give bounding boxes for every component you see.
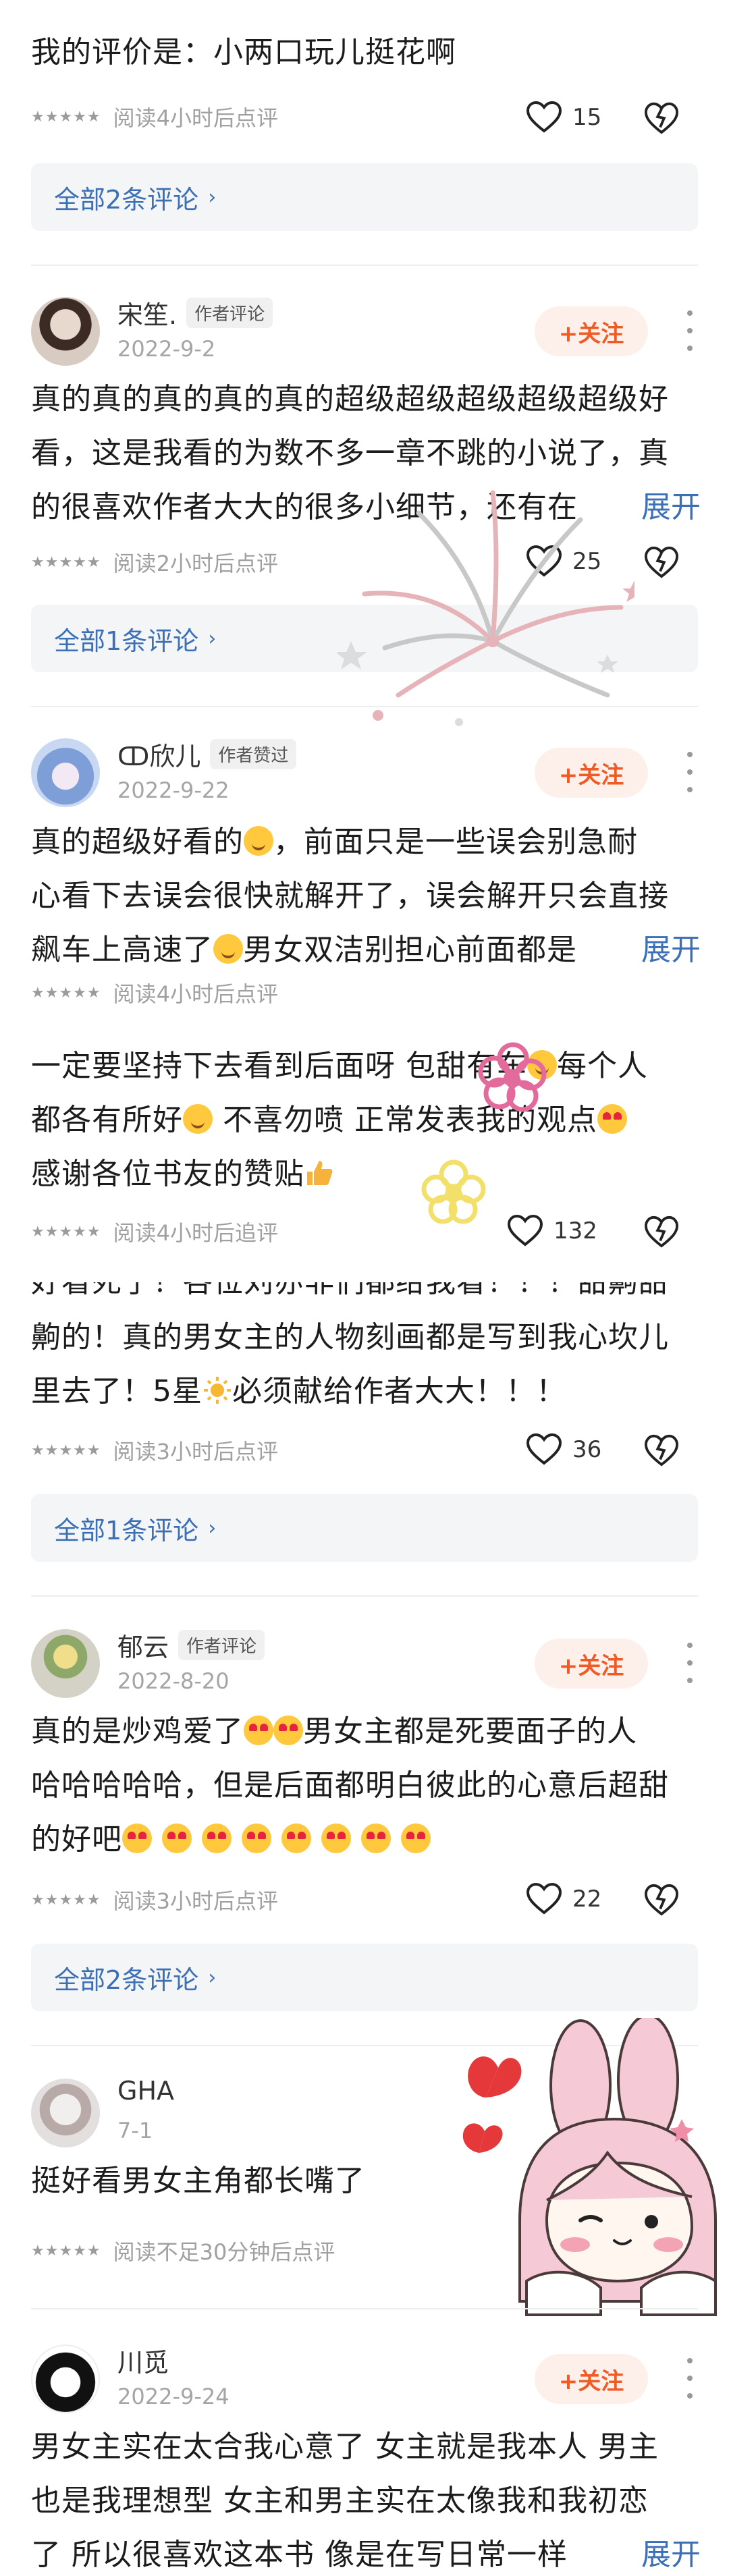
avatar[interactable] [31, 738, 100, 807]
divider [31, 265, 698, 266]
author-tag: 作者评论 [178, 1630, 265, 1660]
comment-line: 的好吧 [31, 1813, 431, 1867]
user-name[interactable]: 宋笙. 作者评论 [117, 294, 273, 331]
more-options-icon[interactable] [683, 2358, 697, 2399]
dislike-icon[interactable] [645, 1882, 678, 1918]
comment-line: 真的真的真的真的真的超级超级超级超级超级好 [31, 382, 669, 416]
comment-date: 2022-8-20 [117, 1668, 230, 1694]
emoji-icon [244, 826, 273, 856]
heart-icon [508, 1215, 543, 1246]
reply-line: 一定要坚持下去看到后面呀 包甜有车 每个人 [31, 1049, 648, 1083]
emoji-icon [122, 1824, 152, 1853]
comment-line: 飙车上高速了 男女双洁别担心前面都是 [31, 933, 577, 967]
review-text: 我的评价是：小两口玩儿挺花啊 [31, 35, 456, 70]
comment-date: 7-1 [117, 2118, 153, 2143]
review-meta: ★★★★★ 阅读不足30分钟后点评 [31, 2239, 335, 2265]
comment-line: 哈哈哈哈哈，但是后面都明白彼此的心意后超甜 [31, 1768, 669, 1803]
view-replies-button[interactable]: 全部2条评论 › [31, 163, 698, 231]
review-meta: ★★★★★ 阅读4小时后点评 [31, 105, 278, 131]
rating-stars: ★★★★★ [31, 108, 101, 126]
heart-icon [526, 1883, 562, 1915]
emoji-icon [213, 934, 243, 964]
dislike-icon[interactable] [645, 1432, 678, 1469]
heart-icon [526, 1433, 562, 1465]
chevron-right-icon: › [208, 1965, 217, 1990]
chevron-right-icon: › [208, 626, 217, 651]
chevron-right-icon: › [208, 1516, 217, 1540]
view-replies-button[interactable]: 全部2条评论 › [31, 1944, 698, 2011]
thumbs-up-icon [307, 1161, 333, 1185]
flower-sticker [421, 1159, 486, 1224]
emoji-icon [242, 1824, 271, 1853]
bunny-girl-sticker [462, 2018, 717, 2316]
user-name[interactable]: GHA [117, 2076, 174, 2106]
follow-button[interactable]: +关注 [535, 2354, 648, 2404]
user-name[interactable]: 川觅 [117, 2342, 169, 2379]
comment-line: 齁的！真的男女主的人物刻画都是写到我心坎儿 [31, 1320, 669, 1354]
emoji-icon [597, 1104, 627, 1134]
emoji-icon [361, 1824, 391, 1853]
comment-line: 里去了！5星 必须献给作者大大！！！ [31, 1374, 566, 1408]
heart-icon [526, 101, 562, 133]
emoji-icon [244, 1716, 273, 1745]
divider [31, 706, 698, 707]
dislike-icon[interactable] [645, 544, 678, 580]
dislike-icon[interactable] [645, 1213, 678, 1250]
review-meta: ★★★★★ 阅读2小时后点评 [31, 551, 278, 576]
expand-link[interactable]: 展开 [594, 2528, 701, 2576]
like-button[interactable]: 22 [526, 1883, 601, 1915]
review-meta: ★★★★★ 阅读3小时后点评 [31, 1888, 278, 1914]
more-options-icon[interactable] [683, 752, 697, 792]
avatar[interactable] [31, 1629, 100, 1698]
like-button[interactable]: 15 [526, 101, 601, 134]
comment-line: 了 所以很喜欢这本书 像是在写日常一样 [31, 2538, 568, 2572]
user-name[interactable]: 郁云 作者评论 [117, 1626, 265, 1664]
emoji-icon [281, 1824, 311, 1853]
like-button[interactable]: 36 [526, 1433, 601, 1466]
emoji-icon [183, 1104, 213, 1134]
review-meta: ★★★★★ 阅读4小时后追评 [31, 1220, 278, 1246]
like-button[interactable]: 132 [508, 1215, 597, 1247]
reply-line: 感谢各位书友的赞贴 [31, 1147, 334, 1201]
chevron-right-icon: › [208, 185, 217, 209]
comment-date: 2022-9-24 [117, 2384, 230, 2409]
follow-button[interactable]: +关注 [535, 748, 648, 798]
avatar[interactable] [31, 2079, 100, 2147]
comment-line: 真的超级好看的 ，前面只是一些误会别急耐 [31, 825, 638, 859]
more-options-icon[interactable] [683, 310, 697, 351]
review-meta: ★★★★★ 阅读3小时后点评 [31, 1439, 278, 1464]
author-tag: 作者评论 [186, 298, 273, 328]
author-liked-tag: 作者赞过 [210, 739, 297, 769]
emoji-icon [273, 1716, 303, 1745]
divider [31, 2308, 698, 2309]
avatar[interactable] [31, 297, 100, 366]
user-name[interactable]: ↀ欣儿 作者赞过 [117, 736, 297, 773]
comment-line: 挺好看男女主角都长嘴了 [31, 2164, 365, 2198]
comment-line: 男女主实在太合我心意了 女主就是我本人 男主 [31, 2430, 659, 2464]
comment-line: 也是我理想型 女主和男主实在太像我和我初恋 [31, 2484, 649, 2518]
more-options-icon[interactable] [683, 1643, 697, 1683]
fireworks-sticker [338, 490, 634, 726]
view-replies-button[interactable]: 全部1条评论 › [31, 1494, 698, 1562]
expand-link[interactable]: 展开 [594, 923, 701, 977]
sun-icon [204, 1377, 231, 1404]
emoji-icon [321, 1824, 351, 1853]
review-meta: ★★★★★ 阅读4小时后点评 [31, 981, 278, 1007]
comment-line: 好看死了！各位刘亦非们都给我看！！！甜齁甜 [31, 1282, 669, 1309]
avatar[interactable] [31, 2345, 100, 2413]
divider [31, 1595, 698, 1597]
emoji-icon [401, 1824, 431, 1853]
comment-line: 真的是炒鸡爱了 男女主都是死要面子的人 [31, 1714, 637, 1749]
comment-date: 2022-9-2 [117, 336, 216, 362]
follow-button[interactable]: +关注 [535, 306, 648, 356]
dislike-icon[interactable] [645, 100, 678, 136]
emoji-icon [202, 1824, 232, 1853]
comment-date: 2022-9-22 [117, 777, 230, 803]
emoji-icon [162, 1824, 192, 1853]
comment-line: 心看下去误会很快就解开了，误会解开只会直接 [31, 879, 669, 913]
flower-sticker [478, 1042, 547, 1112]
follow-button[interactable]: +关注 [535, 1639, 648, 1689]
